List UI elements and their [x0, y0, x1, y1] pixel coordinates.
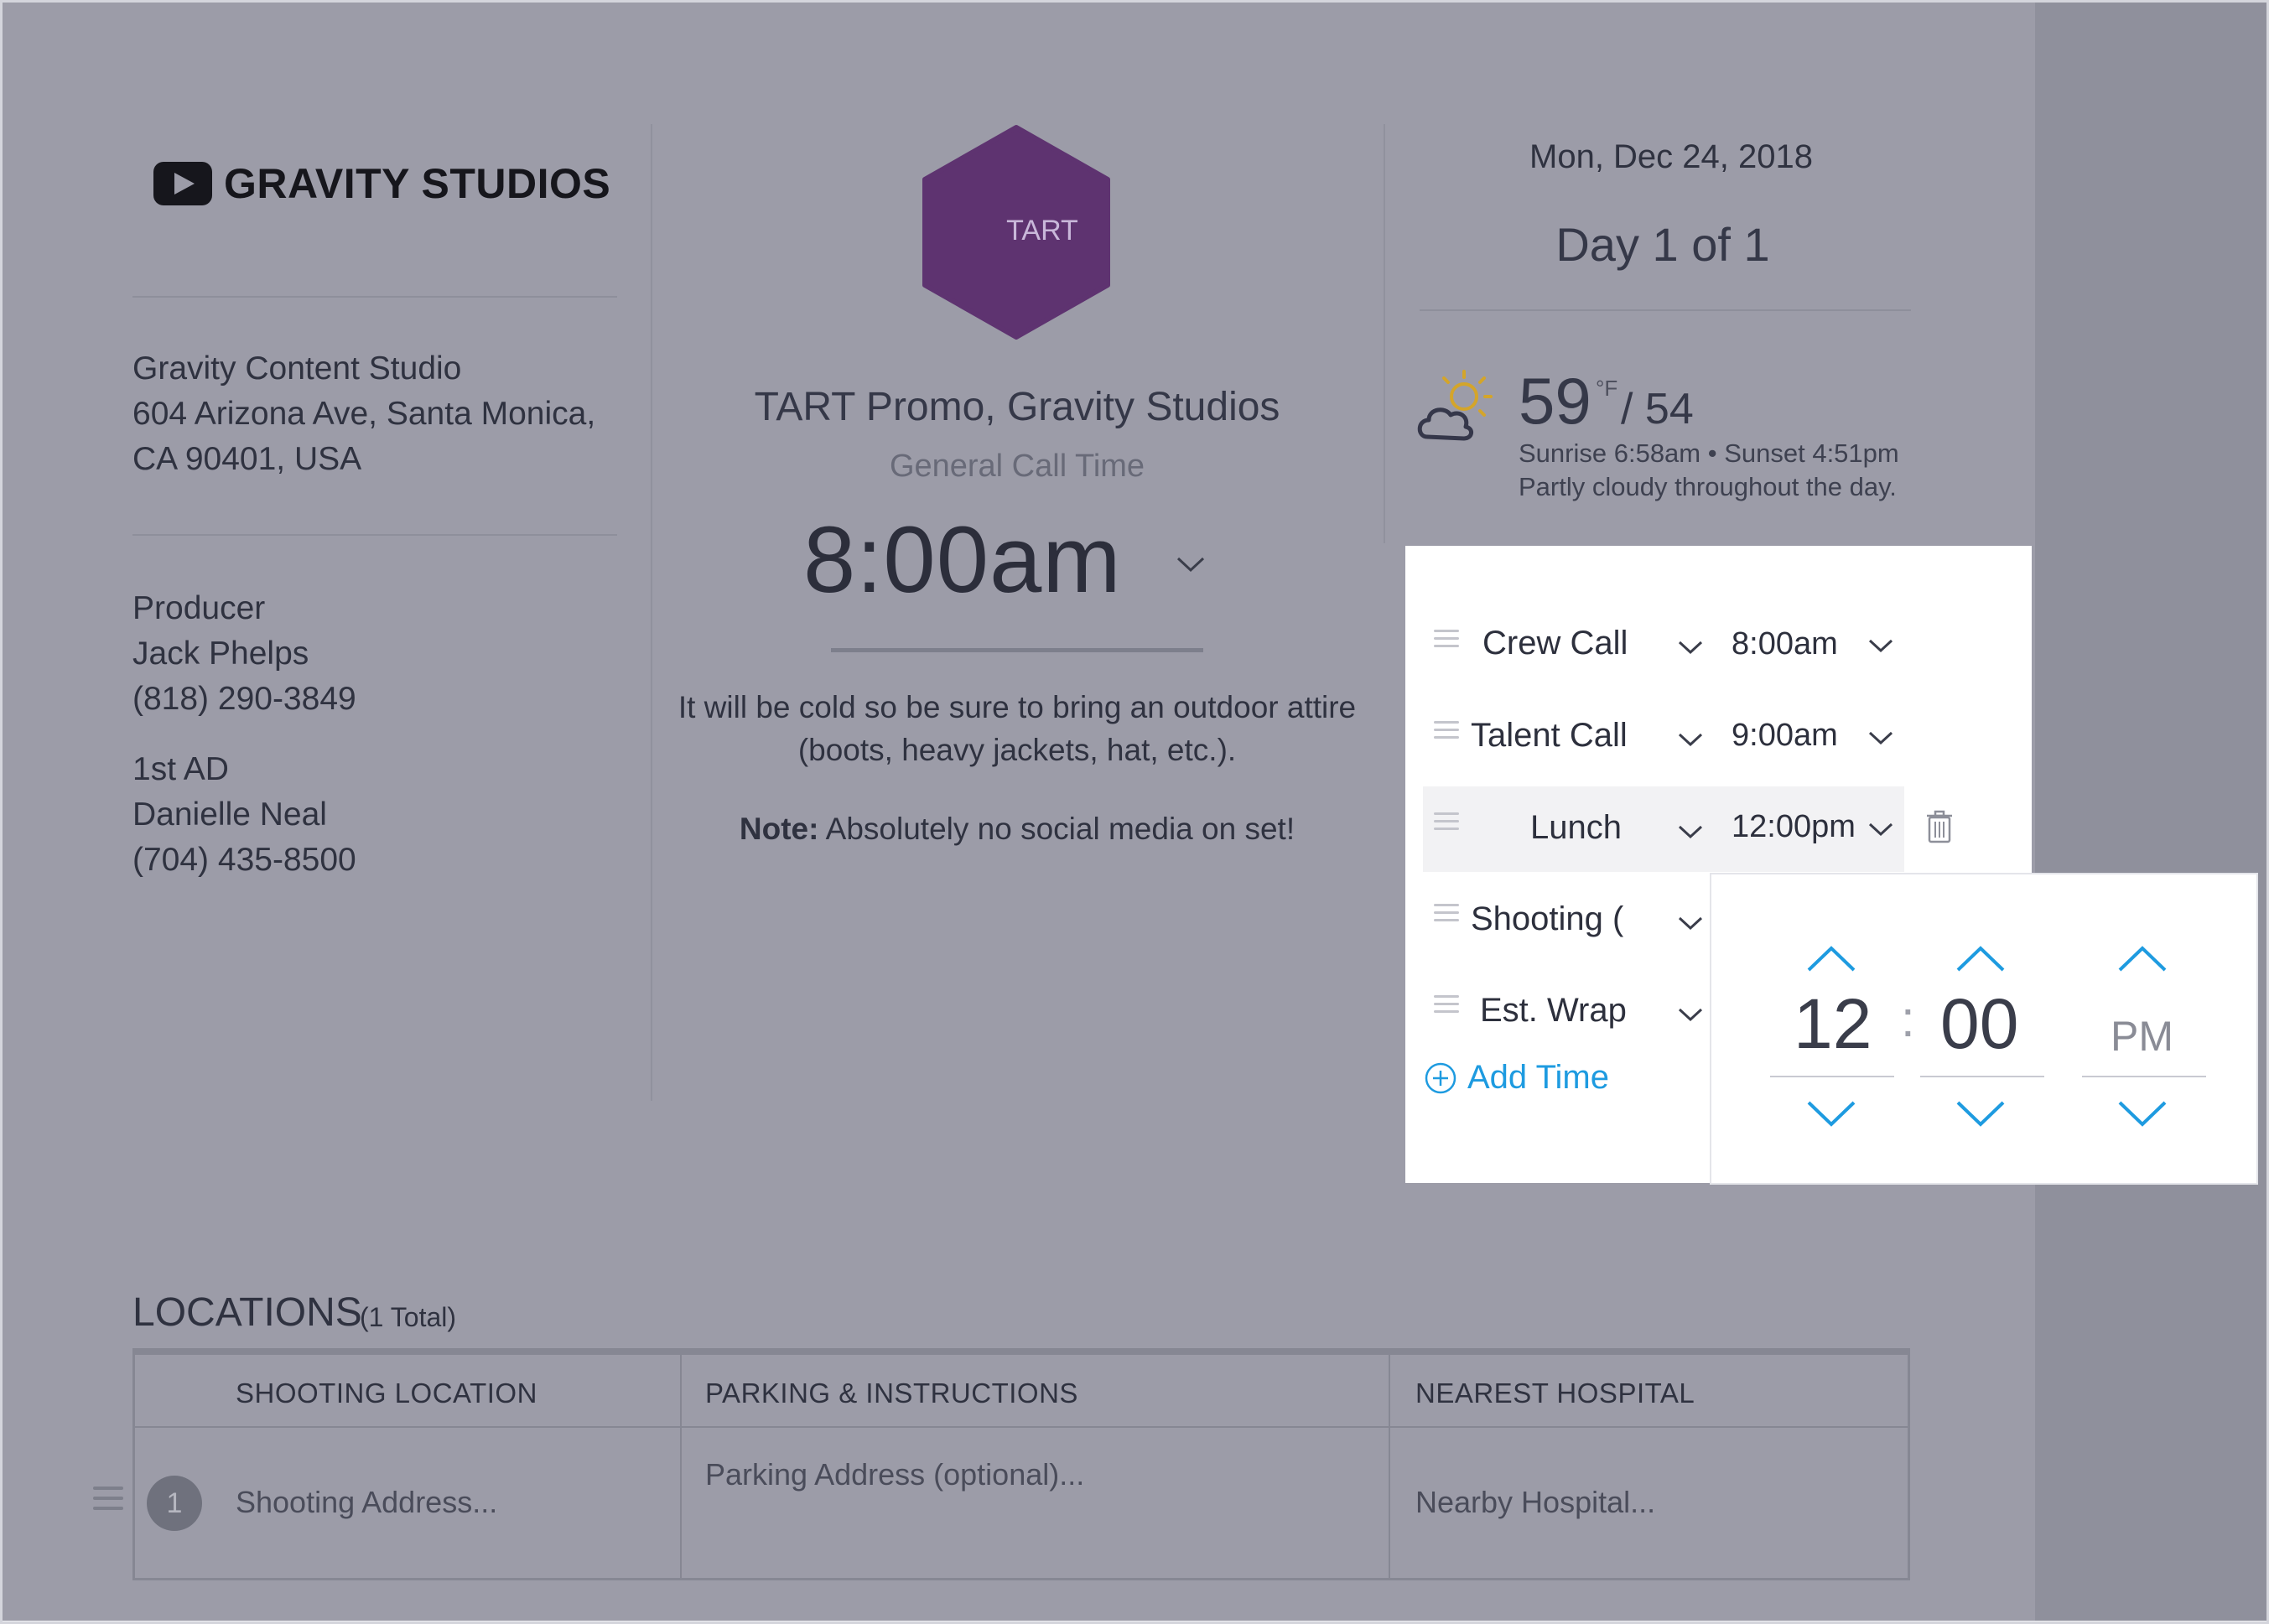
picker-underline [1920, 1076, 2044, 1077]
add-time-label: Add Time [1467, 1059, 1609, 1096]
column-header: PARKING & INSTRUCTIONS [705, 1378, 1078, 1409]
column-header: NEAREST HOSPITAL [1415, 1378, 1695, 1409]
picker-hour[interactable]: 12 [1794, 983, 1872, 1065]
time-row-label[interactable]: Shooting ( [1471, 900, 1627, 938]
add-time-button[interactable]: Add Time [1424, 1059, 1609, 1097]
picker-ampm[interactable]: PM [2111, 1012, 2173, 1061]
chevron-down-icon[interactable] [1677, 822, 1704, 841]
hour-down-arrow-icon[interactable] [1806, 1099, 1856, 1129]
hour-up-arrow-icon[interactable] [1806, 943, 1856, 973]
location-number-badge: 1 [147, 1476, 202, 1531]
contact-role: Producer [132, 590, 266, 626]
column-separator [680, 1355, 682, 1578]
logo-text: GRAVITY STUDIOS [224, 160, 611, 207]
temperature-high: 59 [1519, 364, 1591, 438]
drag-handle-icon[interactable] [1434, 812, 1459, 831]
minute-down-arrow-icon[interactable] [1955, 1099, 2006, 1129]
picker-underline [2082, 1076, 2206, 1077]
picker-underline [1770, 1076, 1894, 1077]
company-address-line2[interactable]: CA 90401, USA [132, 437, 361, 482]
shoot-date[interactable]: Mon, Dec 24, 2018 [1420, 138, 1923, 176]
temperature-unit: °F [1596, 376, 1618, 401]
play-icon [153, 162, 212, 205]
contact-name[interactable]: Jack Phelps [132, 631, 309, 677]
column-separator [1389, 1355, 1390, 1578]
contact-phone[interactable]: (704) 435-8500 [132, 838, 356, 883]
partly-cloudy-icon [1417, 370, 1493, 441]
locations-count: (1 Total) [360, 1302, 457, 1332]
contact-name[interactable]: Danielle Neal [132, 792, 327, 838]
bottom-edge [3, 1621, 2269, 1624]
ampm-up-arrow-icon[interactable] [2117, 943, 2168, 973]
column-header: SHOOTING LOCATION [236, 1378, 537, 1409]
app-frame: GRAVITY STUDIOS Gravity Content Studio 6… [0, 0, 2269, 1624]
drag-handle-icon[interactable] [1434, 995, 1459, 1014]
time-row-value[interactable]: 12:00pm [1732, 809, 1856, 845]
note-label: Note: [739, 812, 819, 846]
call-time-underline [831, 648, 1203, 652]
drag-handle-icon[interactable] [1434, 721, 1459, 739]
trash-icon[interactable] [1926, 810, 1953, 843]
hospital-input[interactable]: Nearby Hospital... [1415, 1485, 1655, 1520]
chevron-down-icon[interactable] [1867, 820, 1894, 838]
chevron-down-icon[interactable] [1677, 914, 1704, 932]
project-title[interactable]: TART Promo, Gravity Studios [682, 384, 1353, 430]
weather-summary: Partly cloudy throughout the day. [1519, 472, 1897, 501]
column-divider [1384, 124, 1385, 543]
chevron-down-icon[interactable] [1175, 552, 1207, 577]
company-name[interactable]: Gravity Content Studio [132, 346, 461, 392]
drag-handle-icon[interactable] [1434, 904, 1459, 922]
time-row-label[interactable]: Lunch [1530, 809, 1622, 847]
time-row-label[interactable]: Talent Call [1471, 717, 1628, 755]
note-text: Absolutely no social media on set! [818, 812, 1295, 846]
call-note[interactable]: It will be cold so be sure to bring an o… [648, 686, 1386, 771]
picker-minute[interactable]: 00 [1940, 983, 2018, 1065]
drag-handle-icon[interactable] [1434, 630, 1459, 648]
chevron-down-icon[interactable] [1867, 636, 1894, 655]
time-row-value[interactable]: 8:00am [1732, 626, 1838, 662]
general-call-time[interactable]: 8:00am [803, 506, 1122, 614]
company-address-line1[interactable]: 604 Arizona Ave, Santa Monica, [132, 392, 595, 437]
column-divider [651, 124, 652, 1101]
locations-title: LOCATIONS [132, 1290, 362, 1335]
side-strip [2035, 3, 2266, 1621]
divider [1420, 309, 1911, 311]
chevron-down-icon[interactable] [1677, 638, 1704, 656]
temperature-low: / 54 [1621, 385, 1694, 433]
chevron-down-icon[interactable] [1677, 1005, 1704, 1024]
plus-circle-icon [1425, 1062, 1456, 1093]
chevron-down-icon[interactable] [1677, 730, 1704, 749]
parking-address-input[interactable]: Parking Address (optional)... [705, 1457, 1084, 1492]
ampm-down-arrow-icon[interactable] [2117, 1099, 2168, 1129]
brand-logo: GRAVITY STUDIOS [153, 156, 610, 211]
picker-separator: : [1901, 991, 1915, 1047]
drag-handle-icon[interactable] [93, 1487, 123, 1517]
project-badge-text: TART [1006, 215, 1078, 246]
day-counter: Day 1 of 1 [1555, 218, 1770, 271]
minute-up-arrow-icon[interactable] [1955, 943, 2006, 973]
call-time-label: General Call Time [889, 449, 1145, 484]
divider [132, 534, 617, 536]
time-row-label[interactable]: Crew Call [1482, 625, 1628, 662]
call-note-secondary[interactable]: Note: Absolutely no social media on set! [648, 812, 1386, 847]
contact-phone[interactable]: (818) 290-3849 [132, 677, 356, 722]
time-row-label[interactable]: Est. Wrap [1480, 992, 1627, 1030]
chevron-down-icon[interactable] [1867, 729, 1894, 747]
divider [132, 296, 617, 298]
shooting-address-input[interactable]: Shooting Address... [236, 1485, 497, 1520]
time-row-value[interactable]: 9:00am [1732, 718, 1838, 754]
sun-times: Sunrise 6:58am • Sunset 4:51pm [1519, 438, 1899, 468]
contact-role: 1st AD [132, 751, 229, 787]
